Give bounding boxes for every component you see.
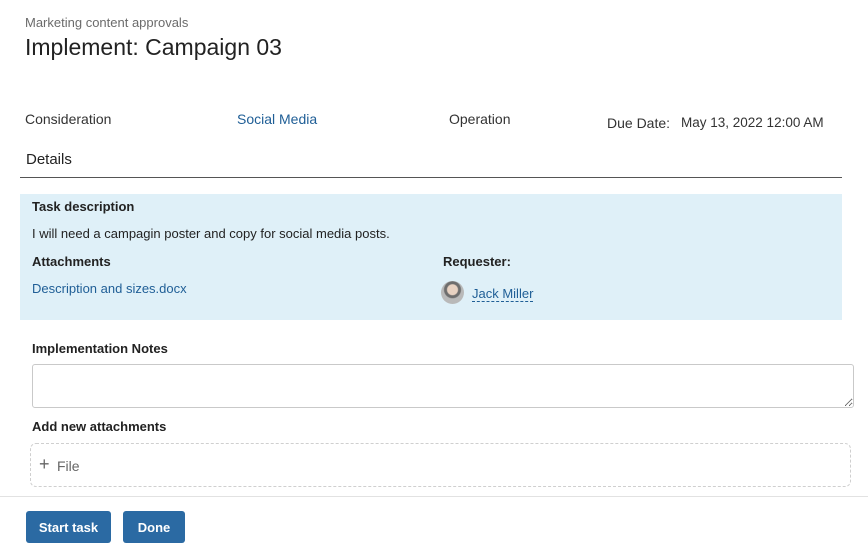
- due-date-label: Due Date:: [607, 115, 671, 131]
- requester-label: Requester:: [443, 254, 511, 269]
- plus-icon: +: [39, 454, 50, 474]
- attachments-label: Attachments: [32, 254, 111, 269]
- implementation-notes-field[interactable]: [32, 364, 854, 408]
- task-description-text: I will need a campagin poster and copy f…: [32, 226, 390, 241]
- attachment-file-link[interactable]: Description and sizes.docx: [32, 281, 187, 296]
- due-date-value: May 13, 2022 12:00 AM: [681, 115, 824, 130]
- details-title: Details: [26, 151, 72, 168]
- consideration-label: Consideration: [25, 111, 112, 127]
- done-button[interactable]: Done: [123, 511, 185, 543]
- details-divider: [20, 177, 842, 178]
- meta-row: Consideration Social Media Operation Due…: [0, 111, 868, 135]
- breadcrumb: Marketing content approvals: [25, 15, 189, 30]
- file-upload-area[interactable]: + File: [30, 443, 851, 487]
- start-task-button[interactable]: Start task: [26, 511, 111, 543]
- implementation-notes-label: Implementation Notes: [32, 341, 168, 356]
- requester-name-link[interactable]: Jack Miller: [472, 287, 534, 302]
- footer-divider: [0, 496, 868, 497]
- task-description-label: Task description: [32, 199, 135, 214]
- operation-label: Operation: [449, 111, 511, 127]
- channel-link[interactable]: Social Media: [237, 111, 317, 127]
- add-attachments-label: Add new attachments: [32, 419, 167, 434]
- task-info-panel: Task description I will need a campagin …: [20, 194, 842, 320]
- avatar[interactable]: [441, 281, 464, 304]
- page-title: Implement: Campaign 03: [25, 34, 282, 60]
- file-button-label: File: [57, 458, 80, 474]
